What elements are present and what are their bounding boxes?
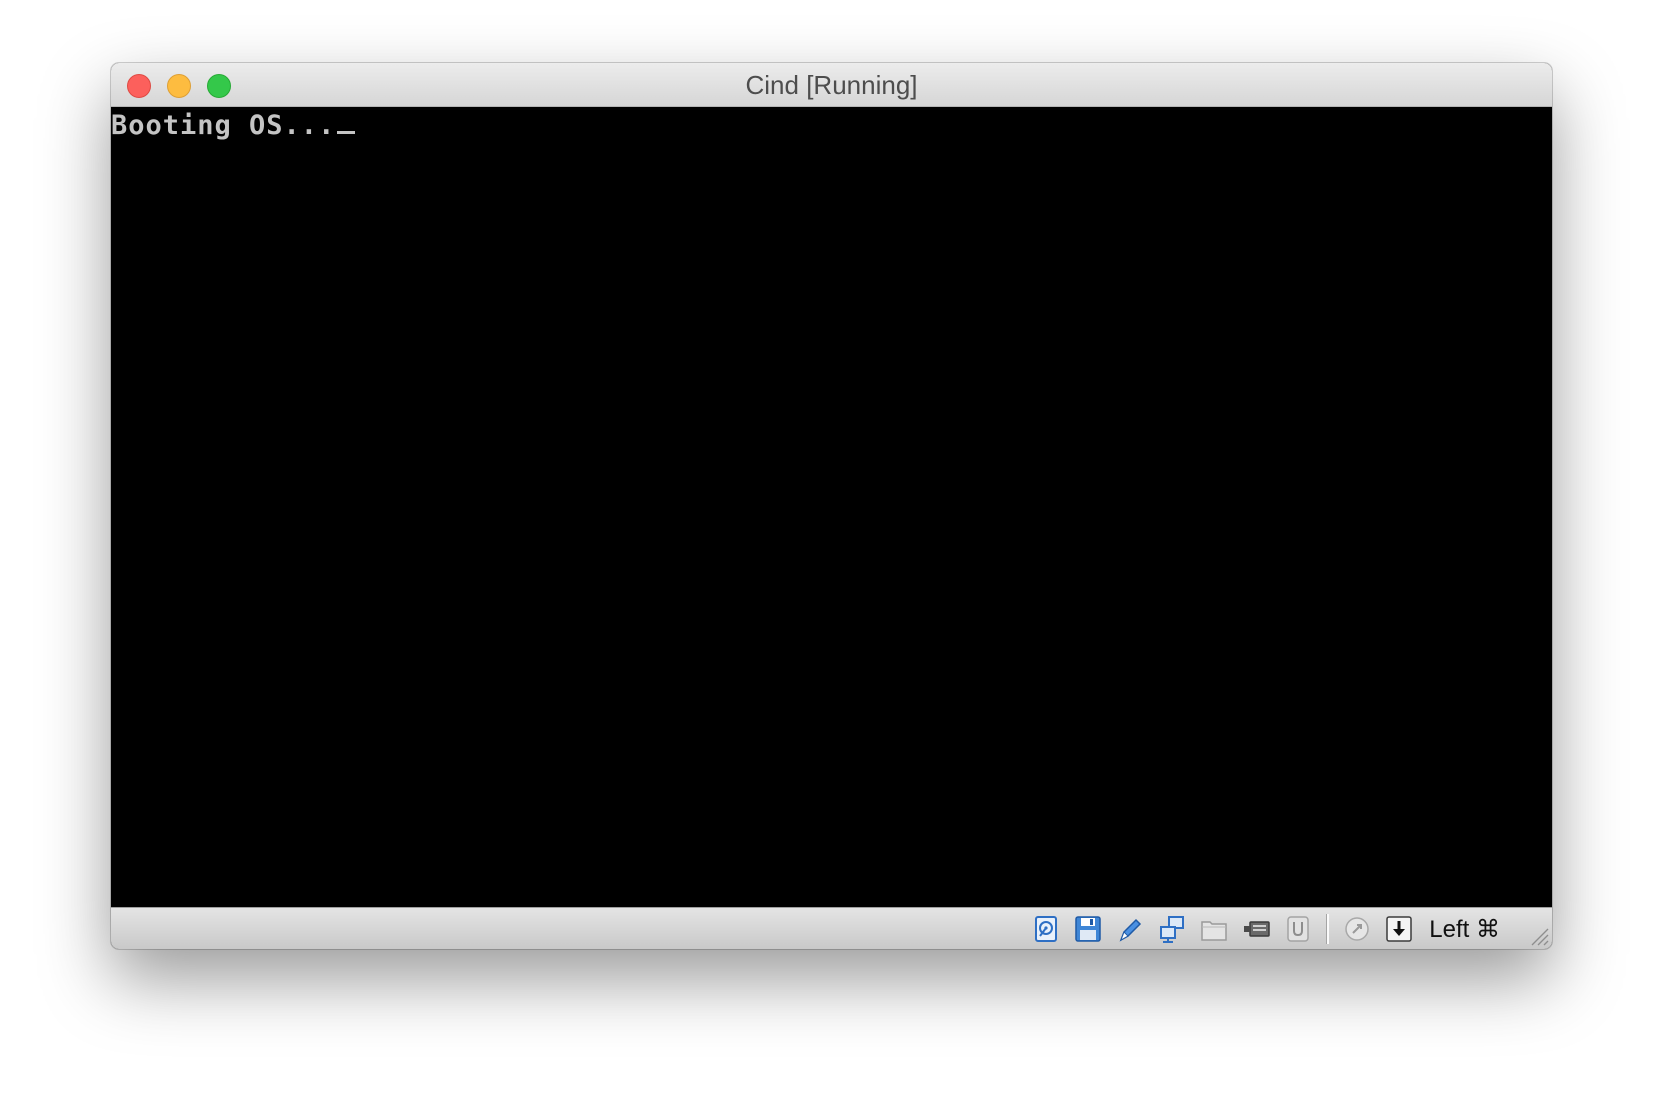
network-icon[interactable] bbox=[1156, 913, 1188, 945]
console-output: Booting OS... bbox=[111, 107, 356, 145]
keyboard-capture-icon[interactable] bbox=[1383, 913, 1415, 945]
status-separator bbox=[1326, 914, 1330, 944]
vm-window: Cind [Running] Booting OS... Left ⌘ bbox=[111, 63, 1552, 949]
optical-drive-icon[interactable] bbox=[1114, 913, 1146, 945]
vm-display[interactable]: Booting OS... bbox=[111, 107, 1552, 907]
status-icons: Left ⌘ bbox=[1030, 912, 1500, 946]
console-text: Booting OS... bbox=[111, 110, 336, 141]
floppy-disk-icon[interactable] bbox=[1072, 913, 1104, 945]
text-cursor bbox=[337, 131, 356, 134]
hard-disk-icon[interactable] bbox=[1030, 913, 1062, 945]
window-title: Cind [Running] bbox=[745, 70, 918, 100]
host-key-label[interactable]: Left ⌘ bbox=[1429, 915, 1500, 944]
resize-grip-icon[interactable] bbox=[1527, 924, 1549, 946]
usb-icon[interactable] bbox=[1282, 913, 1314, 945]
mouse-integration-icon[interactable] bbox=[1341, 913, 1373, 945]
shared-folders-icon[interactable] bbox=[1198, 913, 1230, 945]
title-bar[interactable]: Cind [Running] bbox=[111, 63, 1552, 107]
video-capture-icon[interactable] bbox=[1240, 913, 1272, 945]
status-bar: Left ⌘ bbox=[111, 907, 1552, 949]
